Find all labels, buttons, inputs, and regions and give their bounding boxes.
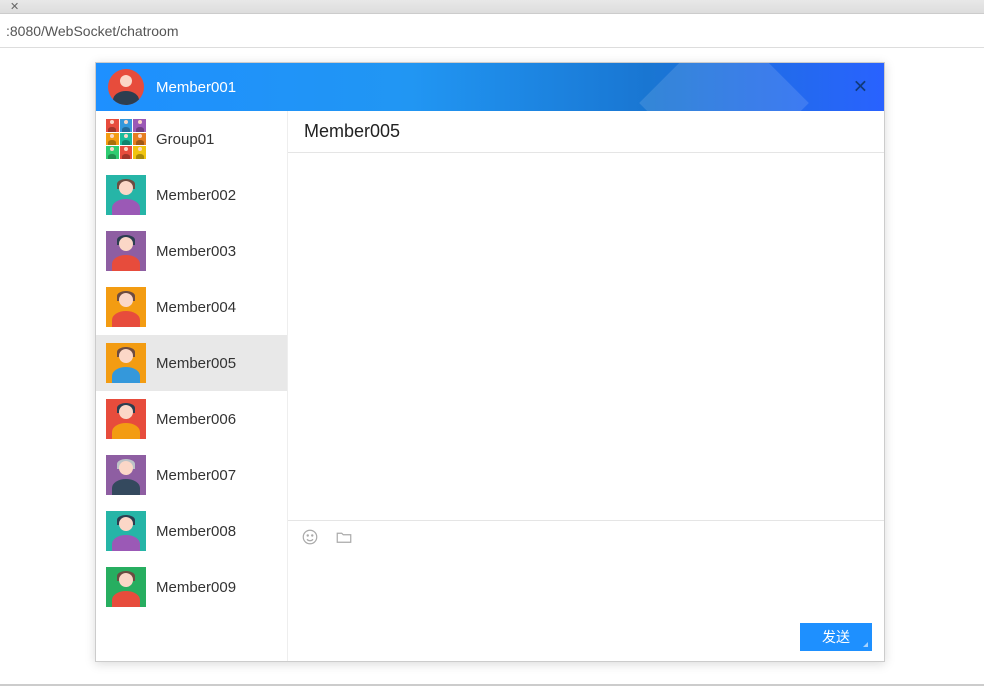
member-avatar-icon [106,455,146,495]
contact-item[interactable]: Member007 [96,447,287,503]
member-avatar-icon [106,511,146,551]
chat-footer: 发送 [288,623,884,661]
contact-name: Member002 [156,187,236,204]
message-input[interactable] [300,557,872,619]
member-avatar-icon [106,399,146,439]
contact-item[interactable]: Member008 [96,503,287,559]
url-text: :8080/WebSocket/chatroom [6,23,179,39]
member-avatar-icon [106,287,146,327]
current-user-avatar[interactable] [108,69,144,105]
emoji-icon[interactable] [300,527,320,547]
chat-header: Member001 ✕ [96,63,884,111]
page-background: Member001 ✕ Group01 Member002 Member003 Mem… [0,48,984,686]
chat-input-area [288,553,884,623]
member-avatar-icon [106,343,146,383]
member-avatar-icon [106,231,146,271]
contact-name: Member009 [156,579,236,596]
contact-name: Member003 [156,243,236,260]
contact-name: Member007 [156,467,236,484]
contact-item[interactable]: Member002 [96,167,287,223]
contact-item[interactable]: Group01 [96,111,287,167]
contact-item[interactable]: Member009 [96,559,287,615]
current-user-name: Member001 [156,79,236,96]
chat-main: Member005 [288,111,884,661]
send-button[interactable]: 发送 [800,623,872,651]
contact-name: Group01 [156,131,214,148]
chat-window: Member001 ✕ Group01 Member002 Member003 Mem… [95,62,885,662]
contact-name: Member006 [156,411,236,428]
member-avatar-icon [106,175,146,215]
contact-name: Member005 [156,355,236,372]
chat-body: Group01 Member002 Member003 Member004 Member… [96,111,884,661]
contact-list[interactable]: Group01 Member002 Member003 Member004 Member… [96,111,288,661]
contact-name: Member004 [156,299,236,316]
contact-name: Member008 [156,523,236,540]
contact-item[interactable]: Member006 [96,391,287,447]
browser-tab-bar: ✕ [0,0,984,14]
chat-title: Member005 [288,111,884,153]
tab-close-icon[interactable]: ✕ [10,0,19,13]
contact-item[interactable]: Member004 [96,279,287,335]
close-icon[interactable]: ✕ [853,77,868,98]
url-bar[interactable]: :8080/WebSocket/chatroom [0,14,984,48]
member-avatar-icon [106,567,146,607]
chat-messages[interactable] [288,153,884,520]
folder-icon[interactable] [334,527,354,547]
contact-item[interactable]: Member005 [96,335,287,391]
chat-toolbar [288,520,884,553]
contact-item[interactable]: Member003 [96,223,287,279]
group-avatar-icon [106,119,146,159]
